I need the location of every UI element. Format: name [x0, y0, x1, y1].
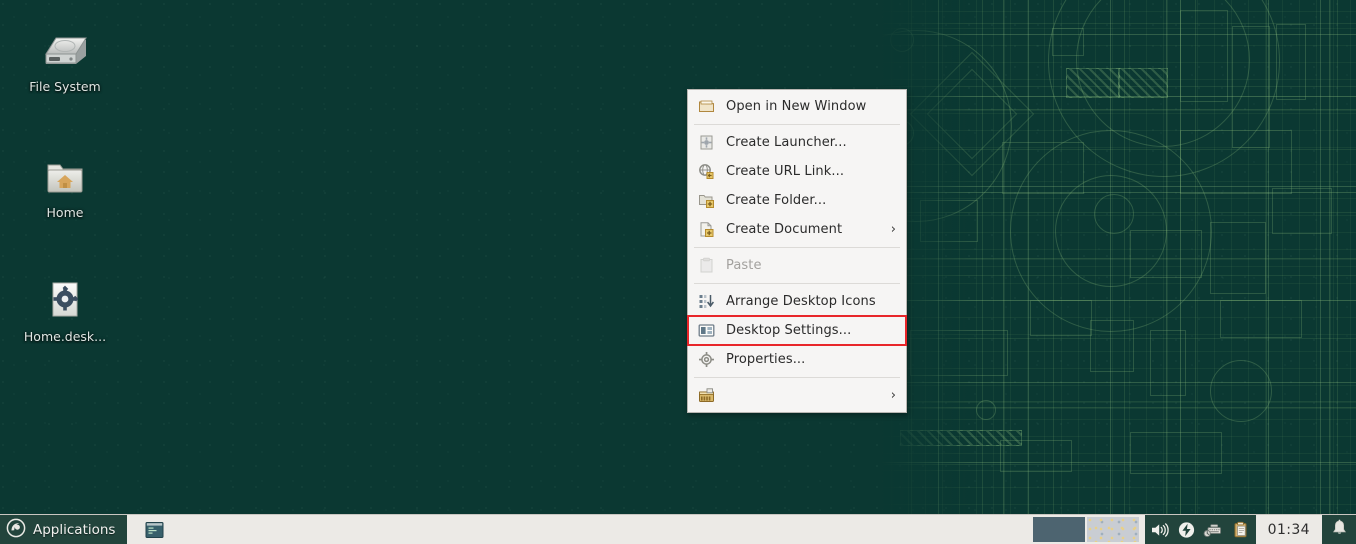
arrange-icons-icon	[697, 293, 715, 311]
chevron-right-icon: ›	[890, 222, 896, 237]
paste-icon	[697, 257, 715, 275]
power-icon[interactable]	[1176, 519, 1198, 541]
new-document-icon	[697, 221, 715, 239]
desktop-config-file-icon	[10, 272, 120, 324]
bell-icon	[1331, 519, 1348, 541]
clipboard-icon[interactable]	[1230, 519, 1252, 541]
applications-menu-button[interactable]: Applications	[0, 515, 128, 544]
desktop-icon-home-desktop-file[interactable]: Home.desk...	[10, 272, 120, 344]
workspace-switcher[interactable]	[1032, 515, 1145, 544]
menu-item-create-document[interactable]: Create Document ›	[688, 215, 906, 244]
properties-gear-icon	[697, 351, 715, 369]
desktop[interactable]: File System Home Home.desk... Open in Ne…	[0, 0, 1356, 544]
desktop-icon-label: Home.desk...	[23, 330, 107, 344]
menu-item-label: Properties...	[726, 352, 806, 367]
terminal-task-button[interactable]	[141, 519, 167, 541]
menu-separator	[694, 283, 900, 284]
menu-item-label: Create Document	[726, 222, 843, 237]
menu-item-open-in-new-window[interactable]: Open in New Window	[688, 92, 906, 121]
applications-icon	[697, 387, 715, 405]
menu-item-desktop-settings[interactable]: Desktop Settings...	[687, 315, 907, 346]
applications-menu-label: Applications	[33, 521, 116, 538]
desktop-context-menu[interactable]: Open in New Window Create Launcher... Cr…	[687, 89, 907, 413]
workspace-1[interactable]	[1032, 517, 1085, 542]
menu-item-paste: Paste	[688, 251, 906, 280]
desktop-icon-home[interactable]: Home	[10, 148, 120, 220]
menu-item-arrange-desktop-icons[interactable]: Arrange Desktop Icons	[688, 287, 906, 316]
menu-item-label: Arrange Desktop Icons	[726, 294, 876, 309]
taskbar-panel[interactable]: Applications 01:34	[0, 514, 1356, 544]
blueprint-wallpaper-pattern	[880, 0, 1356, 520]
desktop-settings-icon	[697, 322, 715, 340]
menu-item-create-folder[interactable]: Create Folder...	[688, 186, 906, 215]
task-list[interactable]	[127, 515, 1032, 544]
home-folder-icon	[10, 148, 120, 200]
new-folder-icon	[697, 192, 715, 210]
workspace-2[interactable]	[1086, 517, 1139, 542]
system-tray[interactable]	[1144, 515, 1256, 544]
desktop-icon-file-system[interactable]: File System	[10, 22, 120, 94]
menu-separator	[694, 247, 900, 248]
menu-item-create-launcher[interactable]: Create Launcher...	[688, 128, 906, 157]
menu-item-label: Create Folder...	[726, 193, 827, 208]
menu-item-create-url-link[interactable]: Create URL Link...	[688, 157, 906, 186]
menu-item-label: Paste	[726, 258, 762, 273]
menu-item-properties[interactable]: Properties...	[688, 345, 906, 374]
folder-open-icon	[697, 98, 715, 116]
harddisk-icon	[10, 22, 120, 74]
keyboard-accessibility-icon[interactable]	[1203, 519, 1225, 541]
clock[interactable]: 01:34	[1255, 515, 1322, 544]
desktop-icon-label: Home	[46, 206, 84, 220]
volume-icon[interactable]	[1149, 519, 1171, 541]
notification-button[interactable]	[1322, 515, 1356, 544]
menu-item-label: Desktop Settings...	[726, 323, 852, 338]
menu-separator	[694, 377, 900, 378]
chevron-right-icon: ›	[890, 388, 896, 403]
distro-logo-icon	[6, 518, 26, 542]
menu-separator	[694, 124, 900, 125]
launcher-icon	[697, 134, 715, 152]
menu-item-applications[interactable]: ›	[688, 381, 906, 410]
menu-item-label: Create Launcher...	[726, 135, 847, 150]
menu-item-label: Create URL Link...	[726, 164, 845, 179]
menu-item-label: Open in New Window	[726, 99, 867, 114]
desktop-icon-label: File System	[29, 80, 101, 94]
terminal-icon	[145, 521, 164, 538]
url-link-icon	[697, 163, 715, 181]
